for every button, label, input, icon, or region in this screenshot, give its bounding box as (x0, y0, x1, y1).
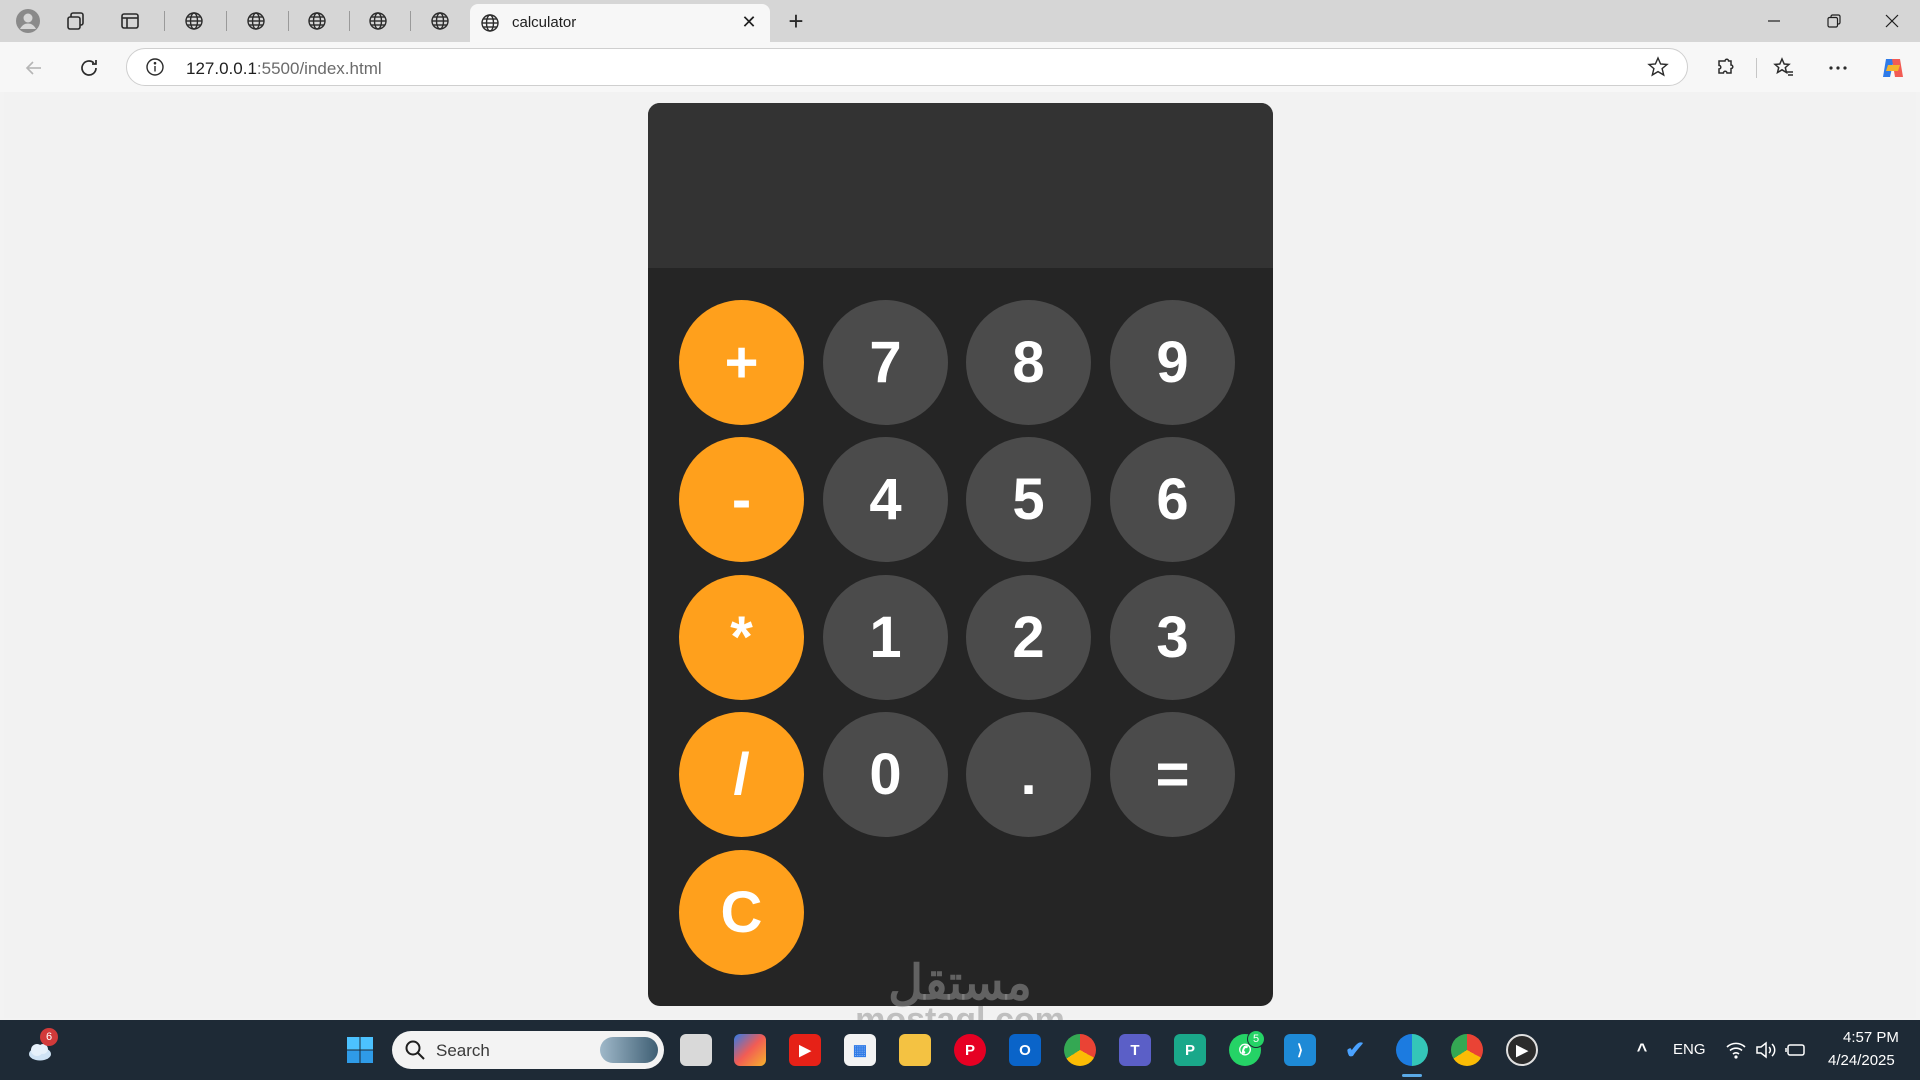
favorites-icon[interactable] (1768, 52, 1800, 84)
tab-globe-icon[interactable] (180, 7, 208, 35)
teams-icon[interactable]: T (1119, 1034, 1151, 1066)
digit-9-button[interactable]: 9 (1110, 300, 1235, 425)
url-text[interactable]: 127.0.0.1:5500/index.html (186, 59, 382, 79)
equals-button[interactable]: = (1110, 712, 1235, 837)
tab-title: calculator (512, 14, 577, 31)
calculator: + 7 8 9 - 4 5 6 * 1 2 3 / 0 . = C (648, 103, 1273, 1006)
youtube-icon[interactable]: ▶ (789, 1034, 821, 1066)
show-hidden-icons-chevron[interactable]: ^ (1626, 1034, 1658, 1066)
digit-3-button[interactable]: 3 (1110, 575, 1235, 700)
copilot-icon[interactable] (1877, 52, 1909, 84)
volume-icon[interactable] (1750, 1034, 1782, 1066)
digit-7-button[interactable]: 7 (823, 300, 948, 425)
new-tab-button[interactable]: + (782, 6, 810, 36)
search-placeholder: Search (436, 1041, 490, 1060)
task-view-icon[interactable] (680, 1034, 712, 1066)
toolbar-separator (1756, 58, 1757, 78)
tab-actions-icon[interactable] (116, 7, 144, 35)
tab-separator (410, 11, 411, 31)
close-window-button[interactable] (1864, 0, 1920, 42)
restore-button[interactable] (1806, 0, 1862, 42)
battery-icon[interactable] (1780, 1034, 1812, 1066)
clock-date[interactable]: 4/24/2025 (1828, 1052, 1895, 1069)
vscode-icon[interactable]: ⟩ (1284, 1034, 1316, 1066)
multiply-button[interactable]: * (679, 575, 804, 700)
url-path: :5500/index.html (256, 59, 382, 78)
calculator-display (648, 103, 1273, 268)
close-tab-icon[interactable]: ✕ (736, 9, 762, 35)
browser-tab-strip: calculator ✕ + (0, 0, 1920, 42)
tab-globe-icon[interactable] (364, 7, 392, 35)
language-indicator[interactable]: ENG (1673, 1041, 1706, 1058)
digit-6-button[interactable]: 6 (1110, 437, 1235, 562)
tab-separator (288, 11, 289, 31)
tab-globe-icon[interactable] (242, 7, 270, 35)
pinterest-icon[interactable]: P (954, 1034, 986, 1066)
whatsapp-badge: 5 (1247, 1030, 1265, 1048)
refresh-button[interactable] (73, 52, 105, 84)
site-info-icon[interactable] (145, 57, 165, 82)
tab-globe-icon[interactable] (426, 7, 454, 35)
more-options-icon[interactable] (1822, 52, 1854, 84)
minimize-button[interactable] (1746, 0, 1802, 42)
start-icon[interactable] (344, 1034, 376, 1066)
windows-taskbar: 6 Search ▶ ▦ P O T P ✆ 5 ⟩ ✔ ▶ ^ ENG 4:5… (0, 1020, 1920, 1080)
clear-button[interactable]: C (679, 850, 804, 975)
tab-separator (164, 11, 165, 31)
digit-8-button[interactable]: 8 (966, 300, 1091, 425)
digit-2-button[interactable]: 2 (966, 575, 1091, 700)
tab-separator (349, 11, 350, 31)
chrome-icon[interactable] (1064, 1034, 1096, 1066)
workspaces-icon[interactable] (62, 7, 90, 35)
search-icon (404, 1039, 426, 1066)
pycharm-edu-icon[interactable]: P (1174, 1034, 1206, 1066)
tab-globe-icon (480, 13, 500, 38)
tab-globe-icon[interactable] (303, 7, 331, 35)
weather-badge: 6 (40, 1028, 58, 1046)
search-highlight-image (600, 1037, 658, 1063)
chrome-profile-icon[interactable] (1451, 1034, 1483, 1066)
clock-time[interactable]: 4:57 PM (1843, 1029, 1899, 1046)
url-host: 127.0.0.1 (186, 59, 257, 78)
digit-5-button[interactable]: 5 (966, 437, 1091, 562)
digit-4-button[interactable]: 4 (823, 437, 948, 562)
subtract-button[interactable]: - (679, 437, 804, 562)
divide-button[interactable]: / (679, 712, 804, 837)
media-player-icon[interactable]: ▶ (1506, 1034, 1538, 1066)
digit-1-button[interactable]: 1 (823, 575, 948, 700)
extensions-icon[interactable] (1709, 52, 1741, 84)
back-button[interactable] (18, 52, 50, 84)
edge-icon[interactable] (1396, 1034, 1428, 1066)
store-icon[interactable]: ▦ (844, 1034, 876, 1066)
taskbar-search-input[interactable]: Search (392, 1031, 664, 1069)
digit-0-button[interactable]: 0 (823, 712, 948, 837)
active-tab[interactable]: calculator ✕ (470, 4, 770, 42)
browser-toolbar: 127.0.0.1:5500/index.html (0, 42, 1920, 92)
todo-icon[interactable]: ✔ (1339, 1034, 1371, 1066)
wifi-icon[interactable] (1720, 1034, 1752, 1066)
add-button[interactable]: + (679, 300, 804, 425)
copilot-app-icon[interactable] (734, 1034, 766, 1066)
file-explorer-icon[interactable] (899, 1034, 931, 1066)
edge-active-indicator (1402, 1074, 1422, 1077)
tab-separator (226, 11, 227, 31)
outlook-icon[interactable]: O (1009, 1034, 1041, 1066)
profile-icon[interactable] (14, 7, 42, 35)
favorite-star-icon[interactable] (1647, 56, 1669, 83)
decimal-button[interactable]: . (966, 712, 1091, 837)
address-bar[interactable]: 127.0.0.1:5500/index.html (126, 48, 1688, 86)
